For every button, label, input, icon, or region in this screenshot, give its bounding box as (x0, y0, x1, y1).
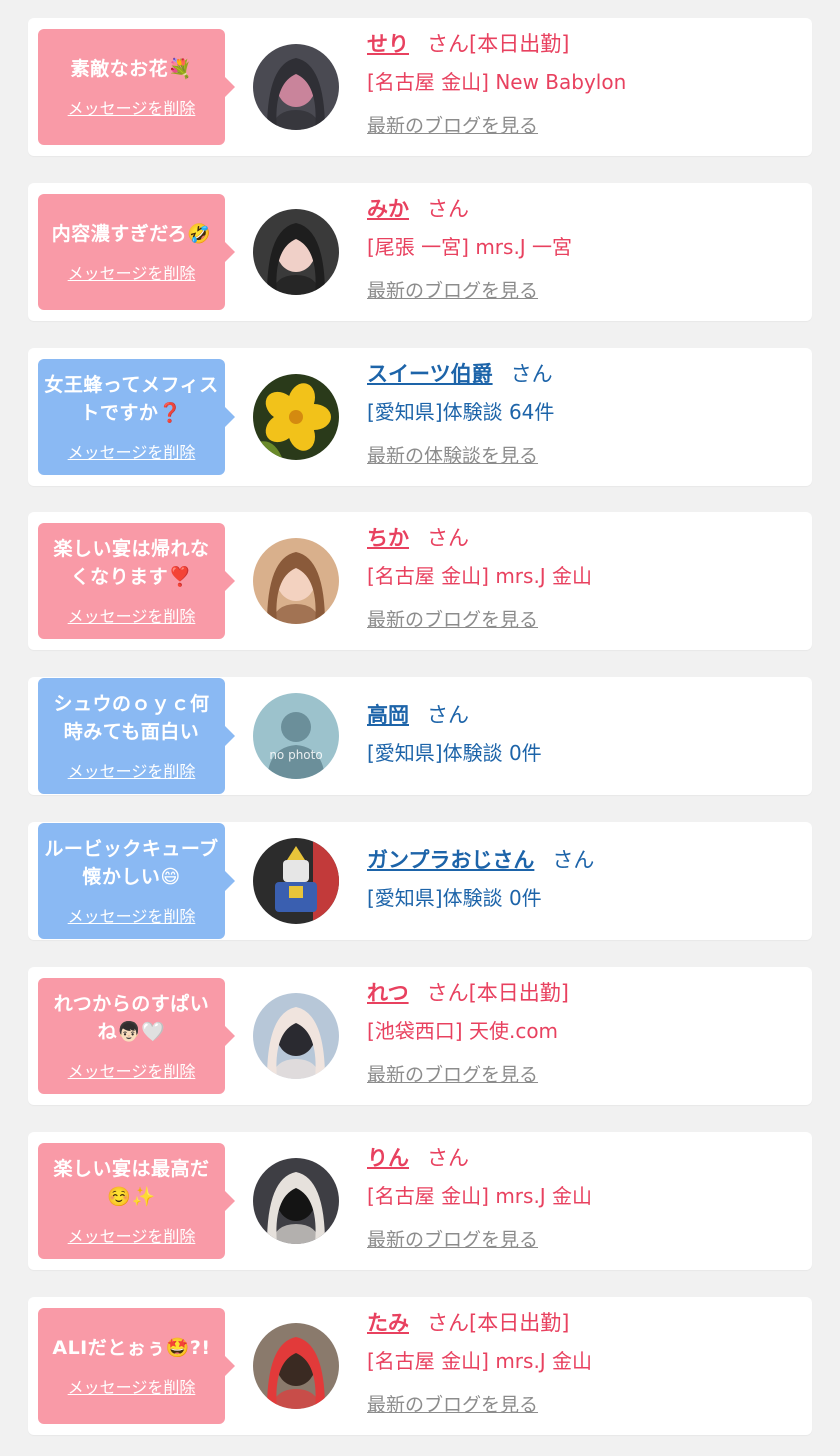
shop-label: [名古屋 金山] mrs.J 金山 (367, 564, 593, 588)
avatar[interactable]: no photo (253, 693, 339, 779)
honorific-label: さん[本日出勤] (427, 1311, 570, 1335)
latest-post-link[interactable]: 最新のブログを見る (367, 1062, 538, 1088)
avatar[interactable] (253, 993, 339, 1079)
name-line: ちか さん (367, 524, 802, 552)
message-bubble: れつからのすぱいね👦🏻🤍 メッセージを削除 (38, 978, 235, 1094)
avatar[interactable] (253, 538, 339, 624)
delete-message-link[interactable]: メッセージを削除 (68, 758, 196, 782)
message-text: 楽しい宴は帰れなくなります❣️ (53, 538, 210, 588)
message-card: 内容濃すぎだろ🤣 メッセージを削除 みか さん [尾張 一宮] mrs.J 一宮 最新のブ… (28, 183, 812, 321)
message-bubble: ルービックキューブ懐かしい😄 メッセージを削除 (38, 823, 235, 939)
message-card: 女王蜂ってメフィストですか❓ メッセージを削除 スイーツ伯爵 さん [愛知県]体験談 6… (28, 348, 812, 486)
honorific-label: さん (552, 848, 595, 872)
sender-info: スイーツ伯爵 さん [愛知県]体験談 64件 最新の体験談を見る (367, 360, 802, 469)
latest-post-link[interactable]: 最新の体験談を見る (367, 443, 538, 469)
shop-label: [名古屋 金山] mrs.J 金山 (367, 1349, 593, 1373)
name-line: 高岡 さん (367, 701, 802, 729)
delete-message-link[interactable]: メッセージを削除 (68, 603, 196, 627)
message-card: 素敵なお花💐 メッセージを削除 せり さん[本日出勤] [名古屋 金山] New Bab… (28, 18, 812, 156)
sender-info: ガンプラおじさん さん [愛知県]体験談 0件 (367, 846, 802, 912)
delete-message-link[interactable]: メッセージを削除 (68, 439, 196, 463)
sender-name-link[interactable]: りん (367, 1146, 409, 1170)
name-line: スイーツ伯爵 さん (367, 360, 802, 388)
message-card: ALIだとぉぅ🤩?! メッセージを削除 たみ さん[本日出勤] [名古屋 金山] mrs… (28, 1297, 812, 1435)
delete-message-link[interactable]: メッセージを削除 (68, 1223, 196, 1247)
honorific-label: さん[本日出勤] (426, 981, 569, 1005)
message-bubble: 内容濃すぎだろ🤣 メッセージを削除 (38, 194, 235, 310)
shop-label: [名古屋 金山] mrs.J 金山 (367, 1184, 593, 1208)
no-photo-label: no photo (269, 748, 323, 762)
sender-name-link[interactable]: れつ (367, 981, 409, 1005)
honorific-label: さん (427, 703, 469, 727)
message-text: 素敵なお花💐 (70, 58, 193, 80)
sender-info: ちか さん [名古屋 金山] mrs.J 金山 最新のブログを見る (367, 524, 802, 633)
delete-message-link[interactable]: メッセージを削除 (68, 903, 196, 927)
avatar[interactable] (253, 1158, 339, 1244)
sender-info: たみ さん[本日出勤] [名古屋 金山] mrs.J 金山 最新のブログを見る (367, 1309, 802, 1418)
name-line: りん さん (367, 1144, 802, 1172)
honorific-label: さん (427, 197, 469, 221)
message-text: 内容濃すぎだろ🤣 (51, 223, 212, 245)
avatar[interactable] (253, 374, 339, 460)
honorific-label: さん (427, 1146, 469, 1170)
name-line: せり さん[本日出勤] (367, 30, 802, 58)
latest-post-link[interactable]: 最新のブログを見る (367, 278, 538, 304)
sender-name-link[interactable]: みか (367, 197, 409, 221)
message-bubble: シュウのｏｙｃ何時みても面白いメッセージを削除 (38, 678, 235, 794)
message-text: ALIだとぉぅ🤩?! (52, 1337, 211, 1359)
sender-info: みか さん [尾張 一宮] mrs.J 一宮 最新のブログを見る (367, 195, 802, 304)
message-card: 楽しい宴は最高だ☺️✨ メッセージを削除 りん さん [名古屋 金山] mrs.J 金山… (28, 1132, 812, 1270)
shop-label: [名古屋 金山] New Babylon (367, 70, 627, 94)
sender-name-link[interactable]: たみ (367, 1311, 409, 1335)
sender-info: れつ さん[本日出勤] [池袋西口] 天使.com 最新のブログを見る (367, 979, 802, 1088)
sender-name-link[interactable]: ガンプラおじさん (367, 848, 534, 872)
name-line: たみ さん[本日出勤] (367, 1309, 802, 1337)
message-bubble: 素敵なお花💐 メッセージを削除 (38, 29, 235, 145)
delete-message-link[interactable]: メッセージを削除 (68, 1058, 196, 1082)
avatar[interactable] (253, 209, 339, 295)
latest-post-link[interactable]: 最新のブログを見る (367, 113, 538, 139)
shop-label: [愛知県]体験談 0件 (367, 886, 542, 910)
message-card: ルービックキューブ懐かしい😄 メッセージを削除 ガンプラおじさん さん [愛知県]体験談… (28, 822, 812, 940)
sender-name-link[interactable]: スイーツ伯爵 (367, 362, 493, 386)
sender-name-link[interactable]: 高岡 (367, 703, 409, 727)
honorific-label: さん (427, 526, 469, 550)
avatar[interactable] (253, 1323, 339, 1409)
message-bubble: 女王蜂ってメフィストですか❓ メッセージを削除 (38, 359, 235, 475)
message-list: 素敵なお花💐 メッセージを削除 せり さん[本日出勤] [名古屋 金山] New Bab… (0, 0, 840, 1456)
latest-post-link[interactable]: 最新のブログを見る (367, 607, 538, 633)
delete-message-link[interactable]: メッセージを削除 (68, 1374, 196, 1398)
sender-name-link[interactable]: ちか (367, 526, 409, 550)
shop-label: [池袋西口] 天使.com (367, 1019, 559, 1043)
shop-label: [尾張 一宮] mrs.J 一宮 (367, 235, 573, 259)
message-card: 楽しい宴は帰れなくなります❣️ メッセージを削除 ちか さん [名古屋 金山] mrs.… (28, 512, 812, 650)
avatar[interactable] (253, 838, 339, 924)
name-line: れつ さん[本日出勤] (367, 979, 802, 1007)
message-card: シュウのｏｙｃ何時みても面白いメッセージを削除 no photo 高岡 さん [愛知県]… (28, 677, 812, 795)
message-text: ルービックキューブ懐かしい😄 (44, 838, 219, 888)
latest-post-link[interactable]: 最新のブログを見る (367, 1392, 538, 1418)
sender-info: 高岡 さん [愛知県]体験談 0件 (367, 701, 802, 767)
message-text: 楽しい宴は最高だ☺️✨ (53, 1158, 210, 1208)
message-text: シュウのｏｙｃ何時みても面白い (53, 693, 210, 743)
honorific-label: さん (510, 362, 553, 386)
honorific-label: さん[本日出勤] (427, 32, 570, 56)
delete-message-link[interactable]: メッセージを削除 (68, 260, 196, 284)
shop-label: [愛知県]体験談 0件 (367, 741, 542, 765)
message-card: れつからのすぱいね👦🏻🤍 メッセージを削除 れつ さん[本日出勤] [池袋西口] 天使.… (28, 967, 812, 1105)
name-line: ガンプラおじさん さん (367, 846, 802, 874)
message-text: れつからのすぱいね👦🏻🤍 (53, 993, 210, 1043)
avatar[interactable] (253, 44, 339, 130)
shop-label: [愛知県]体験談 64件 (367, 400, 555, 424)
sender-info: せり さん[本日出勤] [名古屋 金山] New Babylon 最新のブログを見る (367, 30, 802, 139)
message-text: 女王蜂ってメフィストですか❓ (44, 374, 219, 424)
message-bubble: 楽しい宴は最高だ☺️✨ メッセージを削除 (38, 1143, 235, 1259)
name-line: みか さん (367, 195, 802, 223)
message-bubble: ALIだとぉぅ🤩?! メッセージを削除 (38, 1308, 235, 1424)
sender-info: りん さん [名古屋 金山] mrs.J 金山 最新のブログを見る (367, 1144, 802, 1253)
message-bubble: 楽しい宴は帰れなくなります❣️ メッセージを削除 (38, 523, 235, 639)
sender-name-link[interactable]: せり (367, 32, 409, 56)
latest-post-link[interactable]: 最新のブログを見る (367, 1227, 538, 1253)
delete-message-link[interactable]: メッセージを削除 (68, 95, 196, 119)
